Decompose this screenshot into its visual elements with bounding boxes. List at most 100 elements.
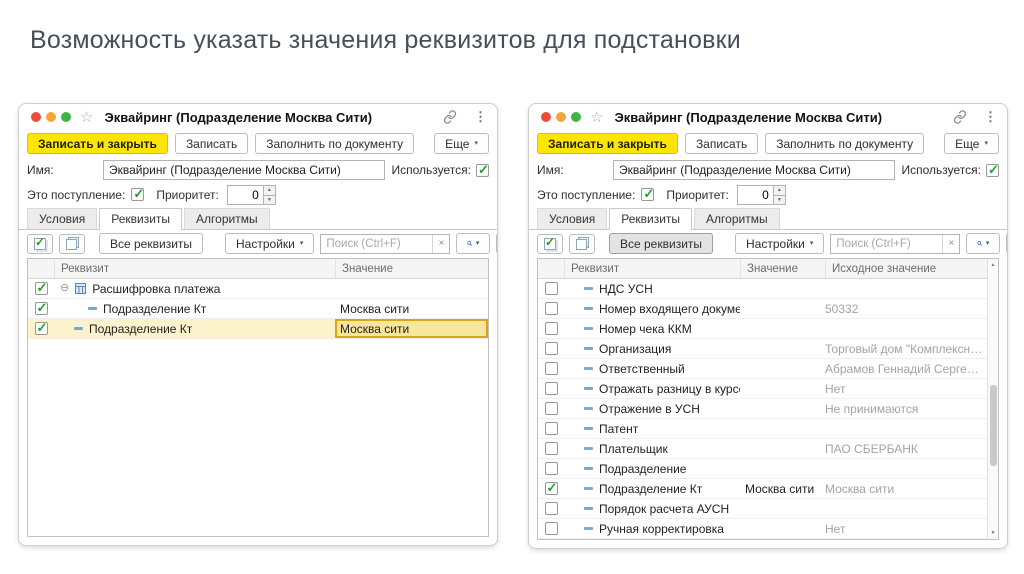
scrollbar-thumb[interactable]: [990, 385, 997, 467]
link-icon[interactable]: [953, 110, 967, 124]
row-checkbox[interactable]: [34, 320, 48, 336]
favorite-star-icon[interactable]: ☆: [80, 110, 93, 125]
window-menu-icon[interactable]: ⋮: [984, 109, 997, 125]
name-input[interactable]: [613, 160, 895, 180]
column-header-value[interactable]: Значение: [740, 259, 825, 278]
clear-search-icon[interactable]: ×: [432, 234, 449, 253]
favorite-star-icon[interactable]: ☆: [590, 110, 603, 125]
spin-down-icon[interactable]: ▼: [262, 194, 276, 205]
check-all-button[interactable]: [537, 233, 563, 254]
table-row[interactable]: ⊖ Расшифровка платежа: [28, 279, 488, 299]
row-checkbox[interactable]: [544, 342, 558, 355]
used-checkbox[interactable]: [476, 162, 489, 178]
search-input[interactable]: [321, 237, 433, 250]
table-row[interactable]: Отражать разницу в курсе в ... Нет: [538, 379, 998, 399]
value-cell[interactable]: [740, 339, 825, 358]
save-and-close-button[interactable]: Записать и закрыть: [537, 133, 678, 154]
column-header-attribute[interactable]: Реквизит: [564, 259, 740, 278]
find-button[interactable]: ▾: [966, 233, 1001, 254]
link-icon[interactable]: [443, 110, 457, 124]
row-checkbox[interactable]: [544, 422, 558, 435]
value-cell[interactable]: [740, 279, 825, 298]
value-cell[interactable]: [740, 299, 825, 318]
table-row[interactable]: Подразделение Кт Москва сити: [28, 319, 488, 339]
all-attributes-button[interactable]: Все реквизиты: [99, 233, 204, 254]
fill-by-document-button[interactable]: Заполнить по документу: [765, 133, 925, 154]
settings-button[interactable]: Настройки ▾: [735, 233, 825, 254]
check-all-button[interactable]: [27, 233, 53, 254]
more-button[interactable]: Еще ▾: [434, 133, 489, 154]
save-button[interactable]: Записать: [684, 133, 759, 154]
table-row[interactable]: Плательщик ПАО СБЕРБАНК: [538, 439, 998, 459]
collapse-icon[interactable]: ⊖: [60, 283, 69, 294]
row-checkbox[interactable]: [544, 362, 558, 375]
value-cell[interactable]: [740, 399, 825, 418]
value-cell[interactable]: [740, 319, 825, 338]
value-cell[interactable]: Москва сити: [335, 299, 488, 318]
row-checkbox[interactable]: [544, 502, 558, 515]
row-checkbox[interactable]: [544, 480, 558, 496]
table-row[interactable]: Отражение в УСН Не принимаются: [538, 399, 998, 419]
receipt-checkbox[interactable]: [641, 186, 655, 202]
tab-conditions[interactable]: Условия: [537, 208, 608, 229]
clear-search-icon[interactable]: ×: [942, 234, 959, 253]
scroll-down-icon[interactable]: ▼: [988, 528, 998, 538]
row-checkbox[interactable]: [544, 402, 558, 415]
maximize-icon[interactable]: [571, 112, 581, 122]
column-header-attribute[interactable]: Реквизит: [54, 259, 335, 278]
table-row[interactable]: Ручная корректировка Нет: [538, 519, 998, 539]
table-row[interactable]: Подразделение: [538, 459, 998, 479]
row-checkbox[interactable]: [544, 302, 558, 315]
value-cell[interactable]: [740, 459, 825, 478]
tab-attributes[interactable]: Реквизиты: [609, 208, 693, 230]
maximize-icon[interactable]: [61, 112, 71, 122]
value-cell[interactable]: [740, 499, 825, 518]
row-checkbox[interactable]: [34, 300, 48, 316]
spin-up-icon[interactable]: ▲: [262, 184, 276, 195]
table-row[interactable]: Подразделение Кт Москва ситиМосква сити: [538, 479, 998, 499]
table-row[interactable]: Номер чека ККМ: [538, 319, 998, 339]
uncheck-all-button[interactable]: [569, 233, 595, 254]
table-row[interactable]: Патент: [538, 419, 998, 439]
tab-algorithms[interactable]: Алгоритмы: [694, 208, 780, 229]
list-more-button[interactable]: Еще ▾: [1006, 233, 1007, 254]
vertical-scrollbar[interactable]: ▲ ▼: [987, 259, 998, 539]
tab-attributes[interactable]: Реквизиты: [99, 208, 183, 230]
all-attributes-button[interactable]: Все реквизиты: [609, 233, 714, 254]
save-and-close-button[interactable]: Записать и закрыть: [27, 133, 168, 154]
row-checkbox[interactable]: [34, 280, 48, 296]
find-button[interactable]: ▾: [456, 233, 491, 254]
column-header-value[interactable]: Значение: [335, 259, 488, 278]
row-checkbox[interactable]: [544, 382, 558, 395]
row-checkbox[interactable]: [544, 442, 558, 455]
priority-input[interactable]: [736, 184, 773, 205]
row-checkbox[interactable]: [544, 322, 558, 335]
spin-up-icon[interactable]: ▲: [772, 184, 786, 195]
value-cell[interactable]: Москва сити: [335, 319, 488, 338]
close-icon[interactable]: [541, 112, 551, 122]
list-more-button[interactable]: Еще ▾: [496, 233, 497, 254]
row-checkbox[interactable]: [544, 462, 558, 475]
value-cell[interactable]: [335, 279, 488, 298]
tab-algorithms[interactable]: Алгоритмы: [184, 208, 270, 229]
minimize-icon[interactable]: [556, 112, 566, 122]
more-button[interactable]: Еще ▾: [944, 133, 999, 154]
value-cell[interactable]: [740, 419, 825, 438]
used-checkbox[interactable]: [986, 162, 999, 178]
tab-conditions[interactable]: Условия: [27, 208, 98, 229]
uncheck-all-button[interactable]: [59, 233, 85, 254]
row-checkbox[interactable]: [544, 522, 558, 535]
scroll-up-icon[interactable]: ▲: [988, 260, 998, 270]
save-button[interactable]: Записать: [174, 133, 249, 154]
close-icon[interactable]: [31, 112, 41, 122]
settings-button[interactable]: Настройки ▾: [225, 233, 315, 254]
spin-down-icon[interactable]: ▼: [772, 194, 786, 205]
table-row[interactable]: Ответственный Абрамов Геннадий Сергеевич: [538, 359, 998, 379]
fill-by-document-button[interactable]: Заполнить по документу: [255, 133, 415, 154]
value-cell[interactable]: [740, 519, 825, 538]
column-header-source-value[interactable]: Исходное значение: [825, 259, 987, 278]
value-cell[interactable]: [740, 359, 825, 378]
value-cell[interactable]: [740, 379, 825, 398]
value-cell[interactable]: [740, 439, 825, 458]
table-row[interactable]: Подразделение Кт Москва сити: [28, 299, 488, 319]
